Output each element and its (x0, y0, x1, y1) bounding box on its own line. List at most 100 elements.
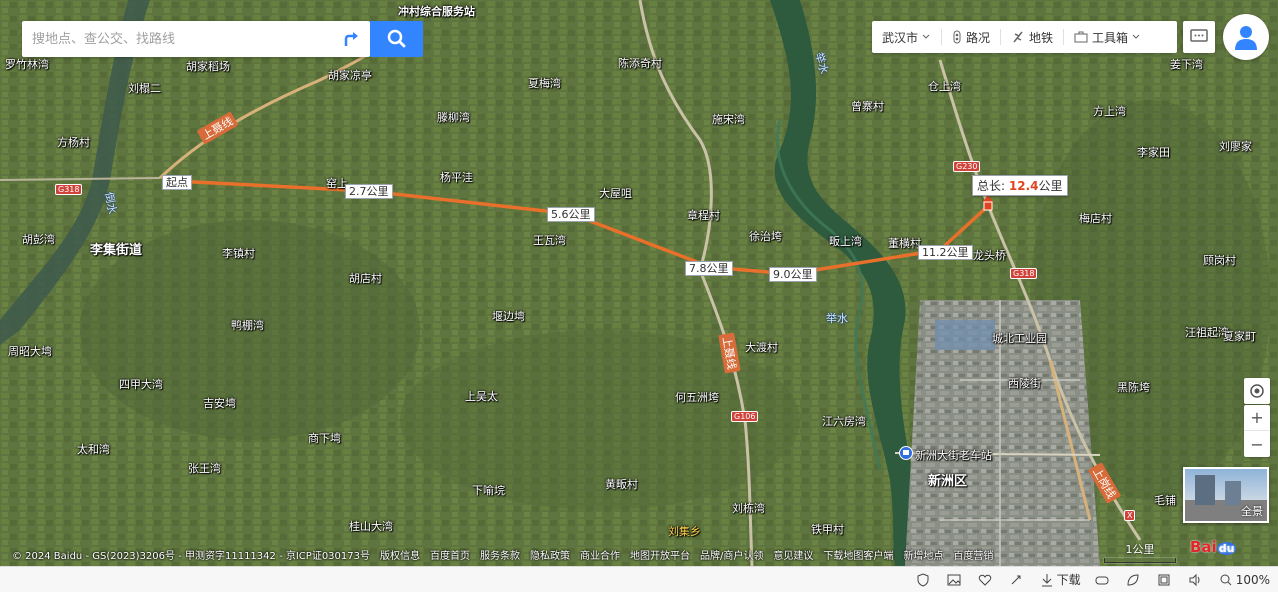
footer-link[interactable]: 地图开放平台 (630, 547, 690, 562)
place-label: 刘栋湾 (732, 502, 765, 515)
place-label: 桂山大湾 (349, 520, 393, 533)
place-label: 陈添奇村 (618, 57, 662, 70)
copyright-bar: © 2024 Baidu - GS(2023)3206号 - 甲测资字11111… (0, 545, 993, 563)
place-label: 方杨村 (57, 136, 90, 149)
footer-link[interactable]: 意见建议 (773, 547, 813, 562)
place-label: 姜下湾 (1170, 58, 1203, 71)
gamepad-icon (1095, 576, 1109, 584)
place-label: 刘榻二 (128, 82, 161, 95)
screenshot-button[interactable] (947, 573, 964, 587)
place-label: 夏家町 (1223, 330, 1256, 343)
map-toolbar: 武汉市 路况 地铁 工具箱 (872, 21, 1177, 53)
zoom-control: + − (1244, 405, 1270, 457)
route-distance-label: 2.7公里 (345, 184, 393, 199)
toolbox-button[interactable]: 工具箱 (1064, 21, 1151, 53)
footer-link[interactable]: 百度首页 (430, 547, 470, 562)
baidu-logo: Bai du (1190, 538, 1237, 556)
copyright-link[interactable]: 版权信息 (380, 547, 420, 562)
place-label: 徐治垮 (749, 230, 782, 243)
route-total-label: 总长: 12.4公里 (972, 175, 1068, 196)
place-label: 刘廖家 (1219, 140, 1252, 153)
place-label: 夏梅湾 (528, 77, 561, 90)
total-value: 12.4 (1008, 179, 1039, 193)
route-distance-label: 7.8公里 (685, 261, 733, 276)
zoom-in-button[interactable]: + (1244, 405, 1270, 431)
place-label: 胡店村 (349, 272, 382, 285)
place-label: 新洲大街老车站 (915, 449, 992, 462)
locate-button[interactable] (1244, 378, 1270, 404)
satellite-map[interactable]: 冲村综合服务站 罗竹林湾 胡家稻场 胡家凉亭 刘榻二 方杨村 胡彭湾 李集街道 … (0, 0, 1278, 566)
place-label: 大渡村 (745, 341, 778, 354)
search-icon (387, 29, 405, 48)
place-label: 滕柳湾 (437, 111, 470, 124)
shield-button[interactable] (916, 572, 933, 587)
browser-status-bar: 下载 100% (0, 566, 1278, 592)
place-label: 龙头桥 (973, 249, 1006, 262)
locate-icon (1250, 384, 1264, 398)
download-button[interactable]: 下载 (1040, 571, 1081, 588)
city-selector[interactable]: 武汉市 (872, 21, 941, 53)
shield-icon (917, 572, 929, 587)
water-label: 举水 (826, 312, 848, 325)
place-label: 鸭棚湾 (231, 319, 264, 332)
place-label: 胡家凉亭 (328, 69, 372, 82)
extension-button[interactable] (1126, 573, 1143, 587)
logo-paw: du (1216, 542, 1237, 555)
speed-button[interactable] (1009, 573, 1026, 587)
heart-icon (978, 574, 991, 586)
logo-text: Bai (1190, 538, 1217, 556)
zoom-level-button[interactable]: 100% (1219, 573, 1270, 587)
highway-shield: G318 (1010, 268, 1038, 279)
footer-link[interactable]: 服务条款 (480, 547, 520, 562)
place-label: 胡彭湾 (22, 233, 55, 246)
place-label: 新洲区 (928, 474, 968, 489)
building-shape (1225, 481, 1241, 505)
route-distance-label: 11.2公里 (918, 245, 973, 260)
subway-icon (1013, 31, 1023, 43)
user-icon (1235, 26, 1257, 50)
game-button[interactable] (1095, 573, 1112, 587)
place-label: 顾岗村 (1203, 254, 1236, 267)
footer-link[interactable]: 商业合作 (580, 547, 620, 562)
place-label: 铁甲村 (811, 523, 844, 536)
zoom-out-button[interactable]: − (1244, 431, 1270, 457)
total-unit: 公里 (1038, 179, 1063, 193)
panorama-thumbnail[interactable]: 全景 (1183, 467, 1269, 523)
place-label: 李镇村 (222, 247, 255, 260)
traffic-button[interactable]: 路况 (942, 21, 1000, 53)
place-label: 黑陈垮 (1117, 381, 1150, 394)
volume-button[interactable] (1188, 573, 1205, 587)
poi-label: 冲村综合服务站 (398, 5, 475, 18)
user-avatar-button[interactable] (1223, 14, 1269, 60)
place-label: 大屋咀 (599, 187, 632, 200)
toolbox-icon (1074, 31, 1088, 43)
footer-link[interactable]: 百度营销 (953, 547, 993, 562)
city-label: 武汉市 (882, 30, 919, 45)
place-label: 胡家稻场 (186, 60, 230, 73)
search-input[interactable] (22, 21, 332, 57)
traffic-label: 路况 (966, 30, 991, 45)
place-label: 李集街道 (90, 243, 143, 258)
window-button[interactable] (1157, 573, 1174, 587)
footer-link[interactable]: 隐私政策 (530, 547, 570, 562)
place-label: 西陵街 (1008, 377, 1041, 390)
traffic-light-icon (953, 30, 961, 44)
footer-link[interactable]: 品牌/商户认领 (700, 547, 763, 562)
search-button[interactable] (370, 21, 423, 57)
feedback-button[interactable] (1183, 21, 1215, 53)
route-planning-icon[interactable] (340, 28, 362, 50)
place-label: 吉安塆 (203, 397, 236, 410)
favorite-button[interactable] (978, 573, 995, 587)
place-label: 何五洲垮 (675, 391, 719, 404)
place-label: 方上湾 (1093, 105, 1126, 118)
download-label: 下载 (1056, 573, 1081, 587)
footer-link[interactable]: 新增地点 (903, 547, 943, 562)
footer-link[interactable]: 下载地图客户端 (823, 547, 893, 562)
place-label: 刘集乡 (668, 525, 701, 538)
place-label: 江六房湾 (822, 415, 866, 428)
place-label: 李家田 (1137, 146, 1170, 159)
place-label: 王瓦湾 (533, 234, 566, 247)
place-label: 罗竹林湾 (5, 58, 49, 71)
subway-button[interactable]: 地铁 (1001, 21, 1063, 53)
map-imagery (0, 0, 1278, 566)
